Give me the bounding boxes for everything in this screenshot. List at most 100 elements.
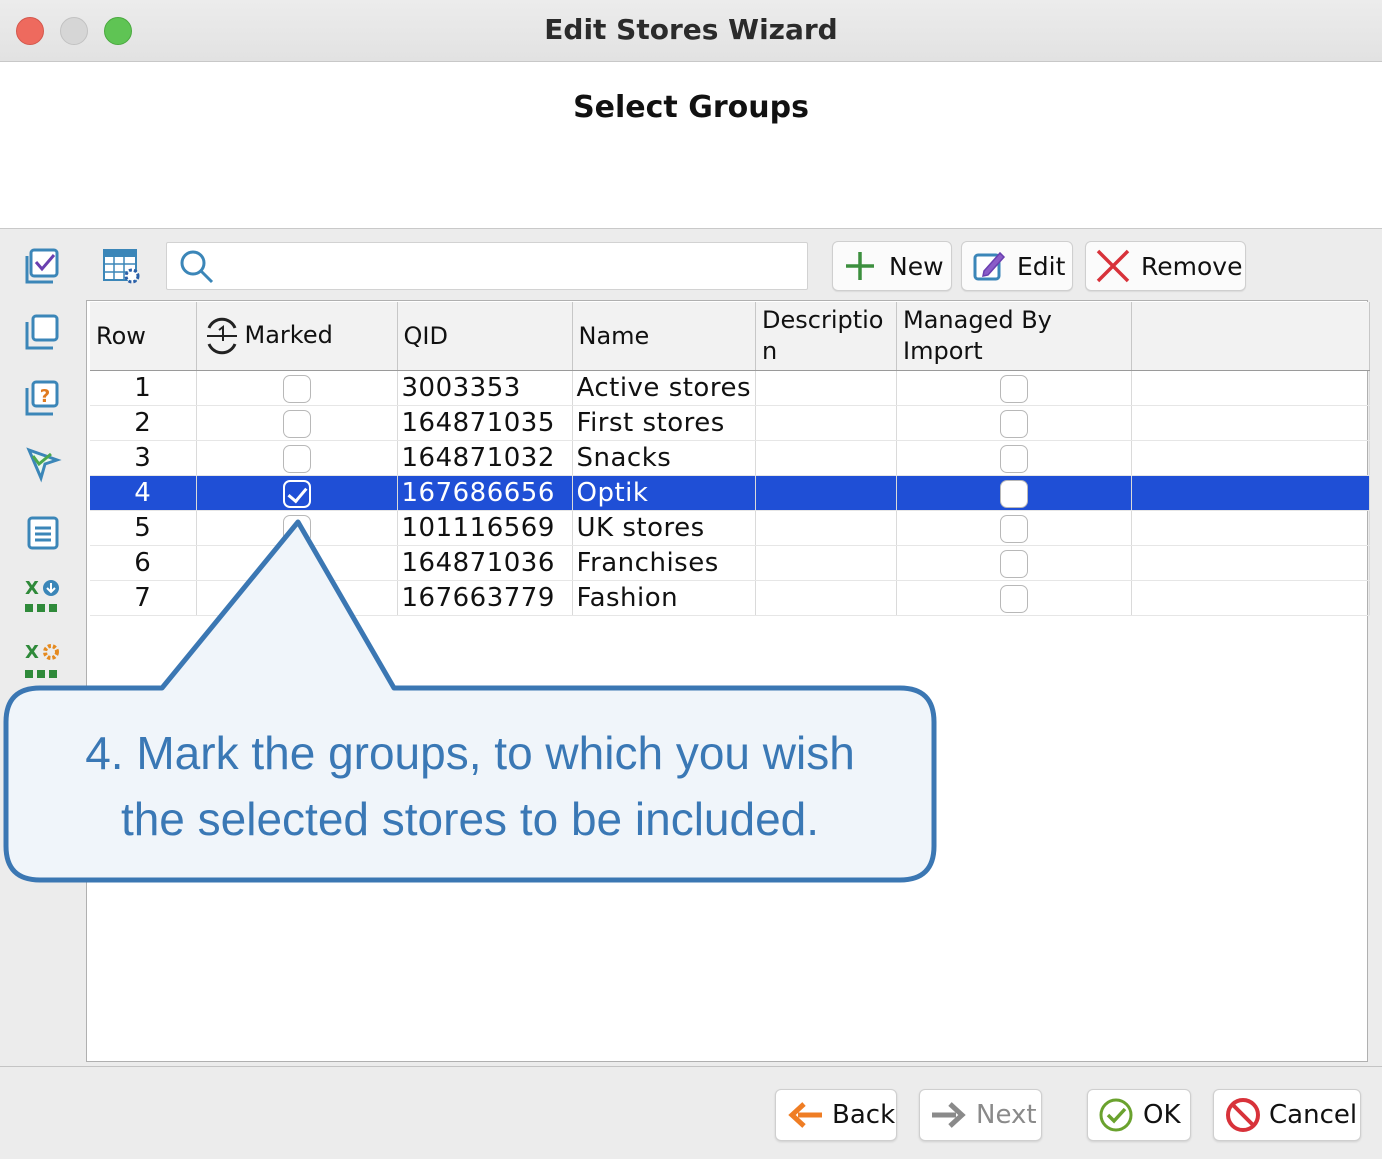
marked-checkbox[interactable] xyxy=(282,549,311,578)
query-icon[interactable]: ? xyxy=(23,378,63,418)
marked-cell xyxy=(196,370,398,406)
row-number: 4 xyxy=(90,475,197,511)
qid-cell: 167686656 xyxy=(397,475,573,511)
marked-cell xyxy=(196,440,398,476)
marked-checkbox[interactable] xyxy=(282,514,311,543)
row-number: 6 xyxy=(90,545,197,581)
qid-cell: 164871032 xyxy=(397,440,573,476)
managed-by-import-checkbox[interactable] xyxy=(1000,444,1028,473)
name-cell: UK stores xyxy=(572,510,756,546)
table-settings-icon[interactable] xyxy=(102,246,142,286)
column-header-row[interactable]: Row xyxy=(90,302,197,371)
remove-button[interactable]: Remove xyxy=(1085,241,1246,291)
plus-icon xyxy=(846,252,874,280)
managed-cell xyxy=(896,370,1132,406)
table-row[interactable]: 1 3003353 Active stores xyxy=(90,370,1370,406)
mark-all-icon[interactable] xyxy=(23,246,63,286)
window-title: Edit Stores Wizard xyxy=(544,13,838,46)
managed-by-import-checkbox[interactable] xyxy=(1000,514,1028,543)
filler-cell xyxy=(1131,580,1370,616)
column-header-qid[interactable]: QID xyxy=(397,302,573,371)
svg-text:X: X xyxy=(25,578,39,599)
table-row[interactable]: 7 167663779 Fashion xyxy=(90,580,1370,616)
edit-button-label: Edit xyxy=(1017,252,1066,281)
row-number: 3 xyxy=(90,440,197,476)
qid-cell: 3003353 xyxy=(397,370,573,406)
qid-cell: 164871036 xyxy=(397,545,573,581)
marked-checkbox[interactable] xyxy=(282,374,311,403)
column-header-name[interactable]: Name xyxy=(572,302,756,371)
managed-by-import-checkbox[interactable] xyxy=(1000,374,1028,403)
marked-cell xyxy=(196,475,398,511)
managed-by-import-checkbox[interactable] xyxy=(1000,584,1028,613)
row-number: 1 xyxy=(90,370,197,406)
marked-cell xyxy=(196,580,398,616)
document-list-icon[interactable] xyxy=(23,512,63,552)
managed-by-import-checkbox[interactable] xyxy=(1000,479,1028,508)
ok-check-icon xyxy=(1099,1098,1133,1132)
name-cell: Fashion xyxy=(572,580,756,616)
table-row[interactable]: 5 101116569 UK stores xyxy=(90,510,1370,546)
wizard-header: Select Groups xyxy=(0,62,1382,229)
back-button[interactable]: Back xyxy=(775,1089,897,1141)
groups-table: Row Marked QID Name Descriptio n Managed… xyxy=(90,302,1370,616)
managed-cell xyxy=(896,545,1132,581)
column-header-managed-by-import[interactable]: Managed By Import xyxy=(896,302,1132,371)
excel-export-icon[interactable]: X xyxy=(23,576,63,616)
column-header-empty xyxy=(1131,302,1370,371)
search-icon xyxy=(180,250,214,284)
next-button-label: Next xyxy=(976,1100,1037,1130)
ok-button-label: OK xyxy=(1143,1100,1181,1130)
description-cell xyxy=(755,440,897,476)
table-row[interactable]: 3 164871032 Snacks xyxy=(90,440,1370,476)
excel-settings-icon[interactable]: X xyxy=(23,640,63,680)
row-number: 7 xyxy=(90,580,197,616)
marked-checkbox[interactable] xyxy=(282,479,311,508)
remove-icon xyxy=(1096,249,1130,283)
edit-button[interactable]: Edit xyxy=(961,241,1073,291)
filler-cell xyxy=(1131,440,1370,476)
marked-cell xyxy=(196,545,398,581)
search-input[interactable] xyxy=(223,249,797,283)
description-cell xyxy=(755,510,897,546)
ok-button[interactable]: OK xyxy=(1087,1089,1191,1141)
description-cell xyxy=(755,580,897,616)
column-header-description[interactable]: Descriptio n xyxy=(755,302,897,371)
cancel-button[interactable]: Cancel xyxy=(1213,1089,1361,1141)
name-cell: First stores xyxy=(572,405,756,441)
sort-icon[interactable] xyxy=(203,314,241,358)
qid-cell: 164871035 xyxy=(397,405,573,441)
copy-icon[interactable] xyxy=(23,312,63,352)
back-button-label: Back xyxy=(832,1100,896,1130)
search-box[interactable] xyxy=(166,242,808,290)
page-title: Select Groups xyxy=(573,90,809,125)
left-toolbar: ? X X xyxy=(3,230,85,1064)
pointer-icon[interactable] xyxy=(23,444,63,484)
cancel-button-label: Cancel xyxy=(1269,1100,1358,1130)
new-button[interactable]: New xyxy=(832,241,952,291)
table-row[interactable]: 2 164871035 First stores xyxy=(90,405,1370,441)
marked-checkbox[interactable] xyxy=(282,584,311,613)
managed-cell xyxy=(896,440,1132,476)
managed-by-import-checkbox[interactable] xyxy=(1000,549,1028,578)
filler-cell xyxy=(1131,510,1370,546)
table-row-selected[interactable]: 4 167686656 Optik xyxy=(90,475,1370,511)
marked-checkbox[interactable] xyxy=(282,409,311,438)
managed-cell xyxy=(896,510,1132,546)
filler-cell xyxy=(1131,475,1370,511)
new-button-label: New xyxy=(889,252,944,281)
qid-cell: 101116569 xyxy=(397,510,573,546)
callout-line-2: the selected stores to be included. xyxy=(120,793,820,845)
callout-text: 4. Mark the groups, to which you wish th… xyxy=(10,720,930,852)
row-number: 5 xyxy=(90,510,197,546)
table-row[interactable]: 6 164871036 Franchises xyxy=(90,545,1370,581)
managed-by-import-checkbox[interactable] xyxy=(1000,409,1028,438)
back-arrow-icon xyxy=(788,1102,822,1128)
marked-checkbox[interactable] xyxy=(282,444,311,473)
filler-cell xyxy=(1131,370,1370,406)
marked-cell xyxy=(196,510,398,546)
column-header-marked[interactable]: Marked xyxy=(196,302,398,371)
edit-icon xyxy=(973,251,1006,281)
next-button[interactable]: Next xyxy=(919,1089,1042,1141)
row-number: 2 xyxy=(90,405,197,441)
